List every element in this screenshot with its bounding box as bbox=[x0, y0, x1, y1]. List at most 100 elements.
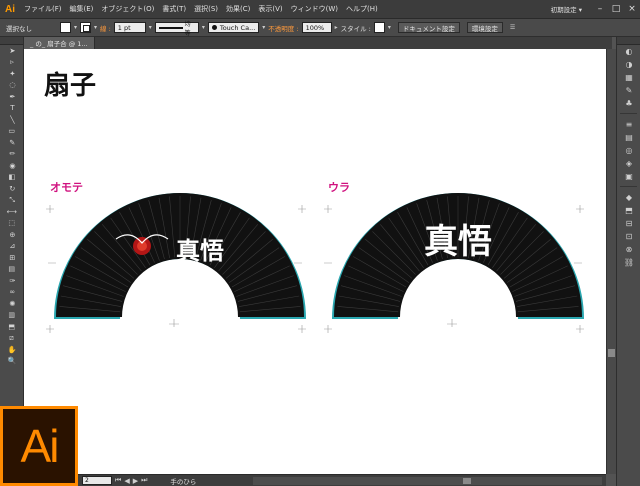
artwork-layer: 真悟 真悟 bbox=[46, 193, 584, 333]
slice-icon[interactable]: ⧄ bbox=[0, 333, 24, 345]
stroke-icon[interactable]: ≡ bbox=[617, 118, 640, 131]
blob-brush-icon[interactable]: ◉ bbox=[0, 160, 24, 172]
gradient-icon[interactable]: ▤ bbox=[0, 264, 24, 276]
transform-icon[interactable]: ⊡ bbox=[617, 230, 640, 243]
blend-icon[interactable]: ∞ bbox=[0, 287, 24, 299]
perspective-icon[interactable]: ⊿ bbox=[0, 241, 24, 253]
symbols-icon[interactable]: ♣ bbox=[617, 97, 640, 110]
opacity-label[interactable]: 不透明度 : bbox=[268, 23, 298, 33]
mesh-icon[interactable]: ⊞ bbox=[0, 252, 24, 264]
line-icon[interactable]: ╲ bbox=[0, 114, 24, 126]
artboard[interactable]: 扇子 オモテ ウラ 真悟 真悟 bbox=[24, 49, 606, 474]
vertical-scrollbar[interactable] bbox=[606, 49, 616, 474]
horizontal-scrollbar[interactable] bbox=[253, 476, 602, 485]
stroke-profile-label: 均等 bbox=[184, 20, 191, 37]
gradient-panel-icon[interactable]: ▤ bbox=[617, 131, 640, 144]
scale-icon[interactable]: ⤡ bbox=[0, 195, 24, 207]
control-menu-icon[interactable]: ☰ bbox=[510, 24, 515, 31]
artboards-icon[interactable]: ⬒ bbox=[617, 204, 640, 217]
tools-grip[interactable] bbox=[0, 37, 23, 45]
menu-file[interactable]: ファイル(F) bbox=[20, 0, 66, 19]
pathfinder-icon[interactable]: ⊗ bbox=[617, 243, 640, 256]
stroke-profile-select[interactable]: 均等 bbox=[154, 21, 199, 37]
svg-text:真悟: 真悟 bbox=[176, 236, 224, 265]
graphic-styles-icon[interactable]: ▣ bbox=[617, 170, 640, 183]
horizontal-scroll-thumb[interactable] bbox=[463, 477, 472, 484]
menu-effect[interactable]: 効果(C) bbox=[222, 0, 254, 19]
color-guide-icon[interactable]: ◑ bbox=[617, 58, 640, 71]
fill-swatch[interactable] bbox=[60, 22, 71, 33]
canvas[interactable]: 扇子 オモテ ウラ 真悟 真悟 bbox=[24, 49, 606, 474]
illustrator-logo: Ai bbox=[0, 406, 78, 486]
type-icon[interactable]: T bbox=[0, 103, 24, 115]
app-logo-icon: Ai bbox=[5, 3, 15, 15]
menu-help[interactable]: ヘルプ(H) bbox=[342, 0, 382, 19]
selection-icon[interactable]: ➤ bbox=[0, 45, 24, 57]
menu-edit[interactable]: 編集(E) bbox=[66, 0, 98, 19]
menu-window[interactable]: ウィンドウ(W) bbox=[287, 0, 342, 19]
color-icon[interactable]: ◐ bbox=[617, 45, 640, 58]
lasso-icon[interactable]: ◌ bbox=[0, 80, 24, 92]
eyedropper-icon[interactable]: ✑ bbox=[0, 275, 24, 287]
zoom-icon[interactable]: 🔍 bbox=[0, 356, 24, 368]
eraser-icon[interactable]: ◧ bbox=[0, 172, 24, 184]
zoom-level-field[interactable]: 2 bbox=[82, 476, 112, 485]
links-icon[interactable]: ⛓ bbox=[617, 256, 640, 269]
free-transform-icon[interactable]: ⬚ bbox=[0, 218, 24, 230]
pencil-icon[interactable]: ✏ bbox=[0, 149, 24, 161]
direct-selection-icon[interactable]: ▹ bbox=[0, 57, 24, 69]
brush-select[interactable]: Touch Ca... bbox=[207, 22, 260, 33]
vertical-scroll-thumb[interactable] bbox=[608, 349, 615, 357]
rectangle-icon[interactable]: ▭ bbox=[0, 126, 24, 138]
prev-artboard-icon[interactable]: ◀ bbox=[124, 477, 129, 485]
column-graph-icon[interactable]: ▥ bbox=[0, 310, 24, 322]
rotate-icon[interactable]: ↻ bbox=[0, 183, 24, 195]
width-icon[interactable]: ⟷ bbox=[0, 206, 24, 218]
symbol-sprayer-icon[interactable]: ✺ bbox=[0, 298, 24, 310]
status-bar: 2 ⏮ ◀ ▶ ⏭ 手のひら bbox=[24, 474, 606, 486]
stroke-swatch[interactable] bbox=[80, 22, 92, 33]
menu-view[interactable]: 表示(V) bbox=[254, 0, 286, 19]
brush-dropdown-icon[interactable]: ▾ bbox=[262, 24, 265, 31]
stroke-profile-dropdown-icon[interactable]: ▾ bbox=[202, 24, 205, 31]
brush-name: Touch Ca... bbox=[219, 23, 256, 32]
hand-icon[interactable]: ✋ bbox=[0, 344, 24, 356]
stroke-weight-field[interactable]: 1 pt bbox=[113, 22, 146, 33]
pen-icon[interactable]: ✒ bbox=[0, 91, 24, 103]
menu-object[interactable]: オブジェクト(O) bbox=[97, 0, 158, 19]
stroke-weight-dropdown-icon[interactable]: ▾ bbox=[149, 24, 152, 31]
next-artboard-icon[interactable]: ▶ bbox=[133, 477, 138, 485]
opacity-field[interactable]: 100% bbox=[301, 22, 332, 33]
opacity-dropdown-icon[interactable]: ▸ bbox=[335, 24, 338, 31]
preferences-button[interactable]: 環境設定 bbox=[466, 22, 503, 33]
first-artboard-icon[interactable]: ⏮ bbox=[115, 476, 121, 485]
last-artboard-icon[interactable]: ⏭ bbox=[141, 476, 147, 485]
stroke-dropdown-icon[interactable]: ▾ bbox=[94, 24, 97, 31]
document-setup-button[interactable]: ドキュメント設定 bbox=[397, 22, 460, 33]
dock-grip[interactable] bbox=[617, 37, 640, 45]
svg-text:真悟: 真悟 bbox=[424, 222, 492, 262]
appearance-icon[interactable]: ◈ bbox=[617, 157, 640, 170]
stroke-label[interactable]: 線 : bbox=[100, 23, 111, 33]
workspace-switcher[interactable]: 初期設定 ▾ bbox=[547, 3, 586, 15]
fill-dropdown-icon[interactable]: ▾ bbox=[74, 24, 77, 31]
swatches-icon[interactable]: ▦ bbox=[617, 71, 640, 84]
transparency-icon[interactable]: ◎ bbox=[617, 144, 640, 157]
magic-wand-icon[interactable]: ✦ bbox=[0, 68, 24, 80]
paintbrush-icon[interactable]: ✎ bbox=[0, 137, 24, 149]
close-button[interactable]: × bbox=[624, 0, 640, 19]
illustrator-window: Ai ファイル(F) 編集(E) オブジェクト(O) 書式(T) 選択(S) 効… bbox=[0, 0, 640, 486]
align-icon[interactable]: ⊟ bbox=[617, 217, 640, 230]
graphic-style-swatch[interactable] bbox=[373, 22, 385, 33]
minimize-button[interactable]: – bbox=[592, 0, 608, 19]
menu-select[interactable]: 選択(S) bbox=[190, 0, 222, 19]
document-tab[interactable]: _ の_ 扇子合 @ 1... bbox=[24, 37, 95, 49]
brushes-icon[interactable]: ✎ bbox=[617, 84, 640, 97]
graphic-style-dropdown-icon[interactable]: ▾ bbox=[388, 24, 391, 31]
artboard-icon[interactable]: ⬒ bbox=[0, 321, 24, 333]
layers-icon[interactable]: ◆ bbox=[617, 191, 640, 204]
maximize-button[interactable]: □ bbox=[608, 0, 624, 19]
shape-builder-icon[interactable]: ⊕ bbox=[0, 229, 24, 241]
document-tab-bar: _ の_ 扇子合 @ 1... bbox=[24, 37, 612, 49]
menu-type[interactable]: 書式(T) bbox=[158, 0, 190, 19]
